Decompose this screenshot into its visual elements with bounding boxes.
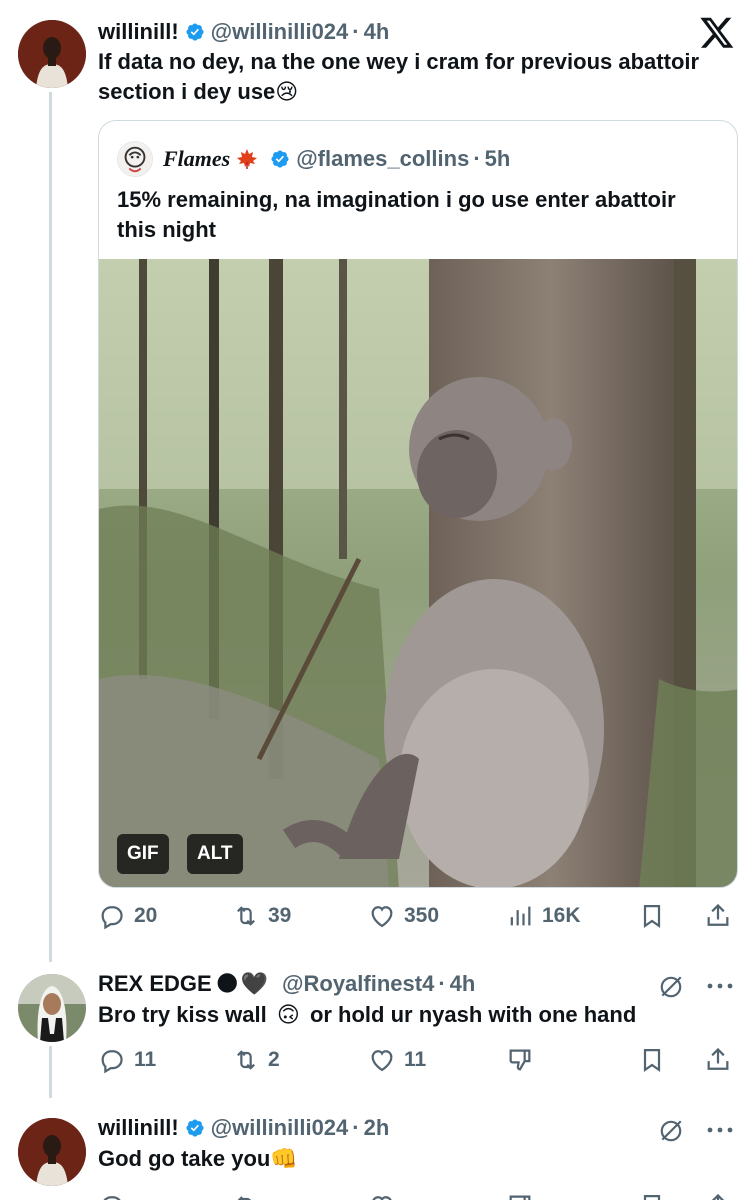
reply-button[interactable] (98, 1192, 126, 1200)
separator-dot: · (473, 146, 481, 171)
bookmark-icon (643, 1048, 661, 1073)
repost-button[interactable]: 39 (232, 902, 291, 930)
avatar[interactable] (18, 1118, 86, 1186)
timestamp[interactable]: 4h (450, 970, 476, 998)
reply-count: 20 (134, 904, 158, 927)
more-options-icon[interactable] (705, 1118, 735, 1142)
like-button[interactable]: 350 (368, 902, 439, 930)
repost-count: 39 (268, 904, 292, 927)
bookmark-button[interactable] (638, 1192, 666, 1200)
tweet-text: Bro try kiss wall 🙃 or hold ur nyash wit… (98, 1000, 738, 1030)
analytics-icon (510, 906, 531, 926)
view-count: 16K (542, 904, 581, 927)
share-button[interactable] (704, 1046, 732, 1074)
grok-icon[interactable] (658, 1118, 684, 1144)
share-button[interactable] (704, 902, 732, 930)
dislike-button[interactable] (506, 1192, 534, 1200)
reply-button[interactable]: 11 (98, 1046, 156, 1074)
separator-dot: · (352, 19, 360, 44)
maple-leaf-icon (234, 148, 260, 170)
quoted-tweet[interactable]: Flames @flames_collins · 5h 15% remainin… (98, 120, 738, 888)
tweet-body-continued: or hold ur nyash with one hand (309, 1002, 637, 1027)
tweet-header: willinill! @willinilli024 · 4h (98, 18, 389, 46)
like-count: 11 (404, 1048, 427, 1071)
new-moon-emoji: 🌑 (215, 971, 239, 996)
tweet-text: If data no dey, na the one wey i cram fo… (98, 47, 718, 107)
like-count: 350 (404, 904, 440, 927)
views-button[interactable]: 16K (506, 902, 581, 930)
verified-badge-icon (185, 22, 205, 42)
gif-badge[interactable]: GIF (117, 834, 169, 874)
tweet[interactable]: willinill! @willinilli024 · 4h If data n… (0, 0, 755, 960)
reply-count: 11 (134, 1048, 157, 1071)
crying-emoji: 😢 (275, 79, 299, 104)
display-name[interactable]: REX EDGE (98, 970, 212, 998)
username[interactable]: @willinilli024 (211, 1114, 349, 1142)
timestamp[interactable]: 4h (364, 18, 390, 46)
tweet-header: willinill! @willinilli024 · 2h (98, 1114, 389, 1142)
username[interactable]: @flames_collins (296, 145, 469, 173)
username[interactable]: @willinilli024 (211, 18, 349, 46)
timestamp[interactable]: 2h (364, 1114, 390, 1142)
tweet-header: REX EDGE 🌑 🖤 @Royalfinest4 · 4h (98, 970, 475, 998)
repost-button[interactable]: 2 (232, 1046, 280, 1074)
share-icon (707, 1047, 729, 1070)
reply-icon (101, 906, 123, 930)
avatar[interactable] (117, 141, 153, 177)
black-heart-emoji: 🖤 (240, 971, 269, 996)
tweet-text: God go take you👊 (98, 1144, 698, 1174)
bookmark-icon (643, 904, 661, 929)
bookmark-button[interactable] (638, 902, 666, 930)
display-name[interactable]: willinill! (98, 18, 179, 46)
timestamp[interactable]: 5h (485, 145, 511, 173)
quote-header: Flames @flames_collins · 5h (117, 141, 510, 177)
repost-icon (237, 906, 255, 926)
tweet[interactable]: willinill! @willinilli024 · 2h God go ta… (0, 1100, 755, 1200)
share-icon (707, 903, 729, 926)
tweet-body: God go take you (98, 1146, 271, 1171)
monkey-gif-image (99, 259, 737, 887)
verified-badge-icon (185, 1118, 205, 1138)
bookmark-icon (643, 1194, 661, 1200)
share-button[interactable] (704, 1192, 732, 1200)
reply-button[interactable]: 20 (98, 902, 157, 930)
quote-text: 15% remaining, na imagination i go use e… (117, 187, 676, 242)
separator-dot: · (438, 971, 446, 996)
gif-media[interactable]: GIF ALT (99, 259, 737, 887)
display-name[interactable]: willinill! (98, 1114, 179, 1142)
reply-icon (103, 1196, 121, 1200)
like-button[interactable] (368, 1192, 396, 1200)
avatar[interactable] (18, 20, 86, 88)
repost-count: 2 (268, 1048, 280, 1071)
display-name[interactable]: Flames (163, 145, 230, 173)
verified-badge-icon (270, 149, 290, 169)
repost-button[interactable] (232, 1192, 260, 1200)
upside-down-emoji: 🙃 (276, 1002, 300, 1027)
tweet-actions (98, 1188, 738, 1200)
tweet-body: Bro try kiss wall (98, 1002, 267, 1027)
reply-icon (101, 1050, 123, 1074)
username[interactable]: @Royalfinest4 (282, 970, 434, 998)
heart-icon (372, 1196, 392, 1200)
dislike-button[interactable] (506, 1046, 534, 1074)
tweet[interactable]: REX EDGE 🌑 🖤 @Royalfinest4 · 4h Bro try k… (0, 960, 755, 1090)
tweet-actions: 11 2 11 (98, 1042, 738, 1078)
more-options-icon[interactable] (705, 974, 735, 998)
thumbs-down-icon (509, 1195, 531, 1200)
share-icon (711, 1193, 725, 1200)
bookmark-button[interactable] (638, 1046, 666, 1074)
thumbs-down-icon (509, 1049, 531, 1071)
grok-icon[interactable] (658, 974, 684, 1000)
heart-icon (371, 1050, 393, 1072)
avatar[interactable] (18, 974, 86, 1042)
tweet-body: If data no dey, na the one wey i cram fo… (98, 49, 700, 104)
alt-badge[interactable]: ALT (187, 834, 243, 874)
fist-emoji: 👊 (270, 1146, 298, 1171)
tweet-actions: 20 39 350 16K (98, 898, 738, 934)
like-button[interactable]: 11 (368, 1046, 426, 1074)
heart-icon (371, 906, 393, 928)
repost-icon (237, 1050, 255, 1070)
separator-dot: · (352, 1115, 360, 1140)
repost-icon (237, 1196, 251, 1200)
